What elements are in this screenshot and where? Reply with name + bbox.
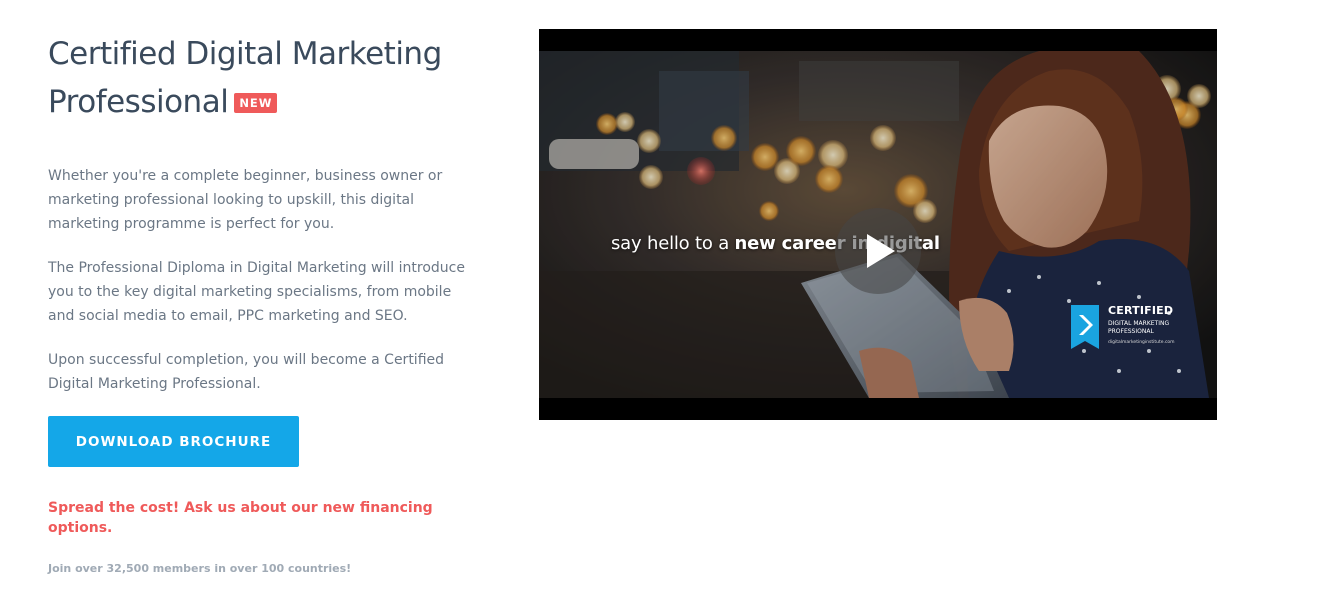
cert-url: digitalmarketinginstitute.com (1108, 340, 1175, 345)
financing-promo: Spread the cost! Ask us about our new fi… (48, 500, 433, 536)
play-button[interactable] (835, 208, 921, 294)
cert-subtitle: DIGITAL MARKETING PROFESSIONAL (1108, 320, 1170, 335)
video-thumbnail: say hello to a new career in digital CER… (539, 51, 1217, 398)
page-title: Certified Digital Marketing Professional… (48, 30, 468, 126)
members-count: Join over 32,500 members in over 100 cou… (48, 562, 352, 575)
completion-paragraph: Upon successful completion, you will bec… (48, 352, 445, 392)
play-icon (867, 234, 895, 268)
course-intro: Certified Digital Marketing Professional… (48, 30, 468, 578)
cert-title: CERTIFIED (1108, 304, 1174, 317)
intro-paragraph: Whether you're a complete beginner, busi… (48, 168, 443, 232)
diploma-paragraph: The Professional Diploma in Digital Mark… (48, 260, 465, 324)
video-player[interactable]: say hello to a new career in digital CER… (539, 29, 1217, 420)
new-badge: NEW (234, 93, 278, 113)
caption-light: say hello to a (611, 233, 735, 254)
download-brochure-button[interactable]: DOWNLOAD BROCHURE (48, 416, 299, 467)
page: Certified Digital Marketing Professional… (0, 0, 1341, 609)
dmi-logo-icon (1071, 305, 1099, 349)
certified-watermark: CERTIFIED DIGITAL MARKETING PROFESSIONAL… (1071, 303, 1191, 353)
